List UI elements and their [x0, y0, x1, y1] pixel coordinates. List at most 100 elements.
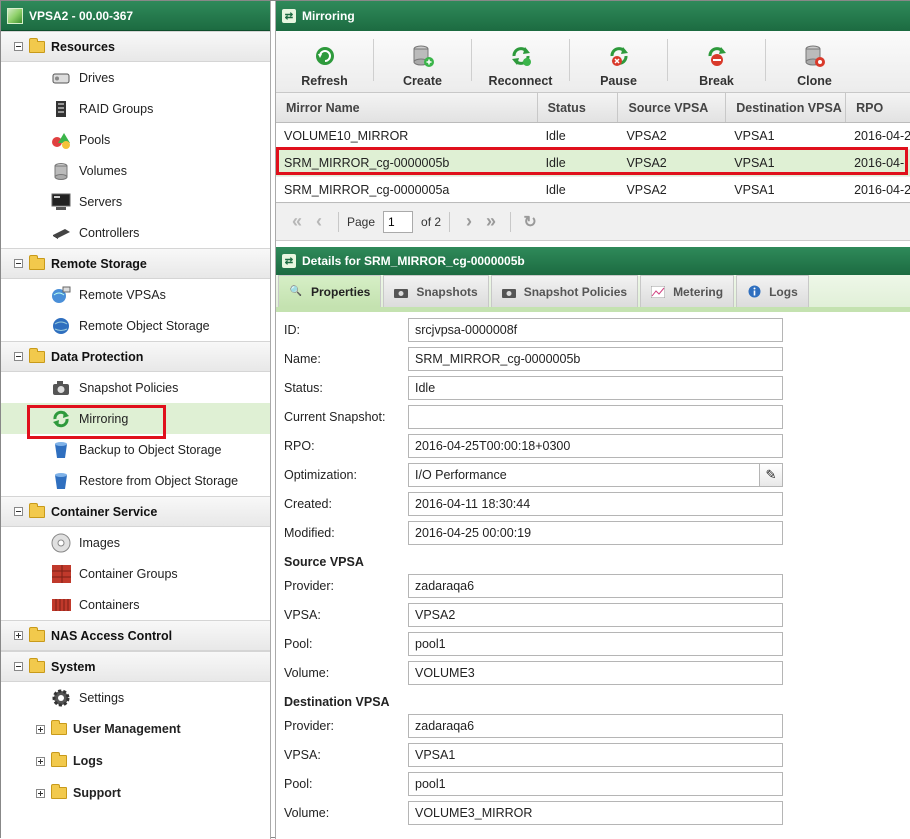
folder-icon — [29, 254, 45, 270]
edit-pencil-icon[interactable]: ✎ — [759, 463, 782, 486]
sidebar-item-settings[interactable]: Settings — [1, 682, 270, 713]
sidebar-item-label: Images — [79, 535, 120, 550]
group-system[interactable]: System — [1, 651, 270, 682]
sidebar-item-label: Remote Object Storage — [79, 318, 210, 333]
tab-snapshot-policies[interactable]: Snapshot Policies — [490, 275, 639, 307]
source-pool-field[interactable]: pool1 — [408, 631, 783, 656]
sidebar-item-volumes[interactable]: Volumes — [1, 155, 270, 186]
col-source-vpsa[interactable]: Source VPSA — [618, 93, 727, 122]
refresh-grid-icon[interactable]: ↻ — [519, 212, 541, 232]
status-field[interactable]: Idle — [408, 375, 783, 400]
source-volume-field[interactable]: VOLUME3 — [408, 660, 783, 685]
sidebar-item-pools[interactable]: Pools — [1, 124, 270, 155]
field-label: Created: — [284, 496, 332, 511]
break-label: Break — [699, 74, 734, 88]
expand-toggle-icon[interactable] — [36, 788, 45, 798]
clone-button[interactable]: Clone — [766, 44, 863, 88]
next-page-icon[interactable]: › — [458, 211, 480, 232]
modified-field[interactable]: 2016-04-25 00:00:19 — [408, 520, 783, 545]
sidebar-item-raid-groups[interactable]: RAID Groups — [1, 93, 270, 124]
sidebar-item-servers[interactable]: Servers — [1, 186, 270, 217]
rpo-field[interactable]: 2016-04-25T00:00:18+0300 — [408, 433, 783, 458]
field-label: Pool: — [284, 776, 313, 791]
clone-label: Clone — [797, 74, 832, 88]
refresh-icon — [313, 44, 337, 68]
refresh-button[interactable]: Refresh — [276, 44, 373, 88]
page-input[interactable] — [383, 210, 414, 233]
col-rpo[interactable]: RPO — [846, 93, 910, 122]
source-vpsa-field[interactable]: VPSA2 — [408, 602, 783, 627]
break-button[interactable]: Break — [668, 44, 765, 88]
sidebar-item-backup-to-object-storage[interactable]: Backup to Object Storage — [1, 434, 270, 465]
bucket-icon — [51, 440, 71, 460]
sidebar-item-images[interactable]: Images — [1, 527, 270, 558]
sidebar-item-drives[interactable]: Drives — [1, 62, 270, 93]
dest-provider-field[interactable]: zadaraqa6 — [408, 713, 783, 738]
dest-pool-field[interactable]: pool1 — [408, 771, 783, 796]
created-field[interactable]: 2016-04-11 18:30:44 — [408, 491, 783, 516]
reconnect-button[interactable]: Reconnect — [472, 44, 569, 88]
subgroup-user-management[interactable]: User Management — [1, 713, 270, 745]
expand-toggle-icon[interactable] — [36, 724, 45, 734]
sidebar-item-mirroring[interactable]: Mirroring — [1, 403, 270, 434]
sidebar-item-restore-from-object-storage[interactable]: Restore from Object Storage — [1, 465, 270, 496]
sidebar-item-snapshot-policies[interactable]: Snapshot Policies — [1, 372, 270, 403]
col-status[interactable]: Status — [538, 93, 619, 122]
field-label: VPSA: — [284, 607, 321, 622]
pager-divider — [510, 211, 512, 232]
sidebar-item-container-groups[interactable]: Container Groups — [1, 558, 270, 589]
col-destination-vpsa[interactable]: Destination VPSA — [726, 93, 847, 122]
group-remote-storage[interactable]: Remote Storage — [1, 248, 270, 279]
group-data-protection[interactable]: Data Protection — [1, 341, 270, 372]
field-name: Name: SRM_MIRROR_cg-0000005b — [284, 344, 910, 373]
pause-button[interactable]: Pause — [570, 44, 667, 88]
table-row-selected[interactable]: SRM_MIRROR_cg-0000005b Idle VPSA2 VPSA1 … — [276, 150, 910, 177]
prev-page-icon[interactable]: ‹ — [308, 211, 330, 232]
collapse-toggle-icon[interactable] — [14, 352, 23, 361]
group-container-service[interactable]: Container Service — [1, 496, 270, 527]
field-rpo: RPO: 2016-04-25T00:00:18+0300 — [284, 431, 910, 460]
group-nas-access-control[interactable]: NAS Access Control — [1, 620, 270, 651]
col-mirror-name[interactable]: Mirror Name — [276, 93, 538, 122]
dest-volume-field[interactable]: VOLUME3_MIRROR — [408, 800, 783, 825]
id-field[interactable]: srcjvpsa-0000008f — [408, 317, 783, 342]
subgroup-logs[interactable]: Logs — [1, 745, 270, 777]
folder-icon — [51, 752, 67, 767]
optimization-field[interactable]: I/O Performance ✎ — [408, 462, 783, 487]
tab-metering[interactable]: Metering — [640, 275, 735, 307]
mirroring-icon: ⇄ — [282, 254, 296, 268]
first-page-icon[interactable]: « — [286, 211, 308, 232]
tab-label: Snapshots — [416, 284, 478, 299]
create-button[interactable]: Create — [374, 44, 471, 88]
subgroup-support[interactable]: Support — [1, 777, 270, 809]
table-row[interactable]: VOLUME10_MIRROR Idle VPSA2 VPSA1 2016-04… — [276, 123, 910, 150]
field-label: Status: — [284, 380, 323, 395]
field-label: Volume: — [284, 665, 330, 680]
collapse-toggle-icon[interactable] — [14, 42, 23, 51]
tab-properties[interactable]: 🔍 Properties — [278, 275, 382, 307]
collapse-toggle-icon[interactable] — [14, 662, 23, 671]
sidebar-item-remote-object-storage[interactable]: Remote Object Storage — [1, 310, 270, 341]
sidebar-item-label: Drives — [79, 70, 115, 85]
source-provider-field[interactable]: zadaraqa6 — [408, 573, 783, 598]
dest-vpsa-field[interactable]: VPSA1 — [408, 742, 783, 767]
current-snapshot-field[interactable] — [408, 404, 783, 429]
sidebar-item-containers[interactable]: Containers — [1, 589, 270, 620]
collapse-toggle-icon[interactable] — [14, 259, 23, 268]
table-row[interactable]: SRM_MIRROR_cg-0000005a Idle VPSA2 VPSA1 … — [276, 177, 910, 204]
group-resources[interactable]: Resources — [1, 31, 270, 62]
expand-toggle-icon[interactable] — [36, 756, 45, 766]
sidebar-item-controllers[interactable]: Controllers — [1, 217, 270, 248]
chart-icon — [651, 285, 666, 298]
expand-toggle-icon[interactable] — [14, 631, 23, 640]
collapse-toggle-icon[interactable] — [14, 507, 23, 516]
reconnect-label: Reconnect — [488, 74, 553, 88]
tab-snapshots[interactable]: Snapshots — [383, 275, 489, 307]
field-label: Current Snapshot: — [284, 409, 386, 424]
last-page-icon[interactable]: » — [480, 211, 502, 232]
tab-logs[interactable]: Logs — [736, 275, 809, 307]
pause-label: Pause — [600, 74, 637, 88]
sidebar-item-remote-vpsas[interactable]: Remote VPSAs — [1, 279, 270, 310]
mirroring-icon — [51, 409, 71, 429]
name-field[interactable]: SRM_MIRROR_cg-0000005b — [408, 346, 783, 371]
